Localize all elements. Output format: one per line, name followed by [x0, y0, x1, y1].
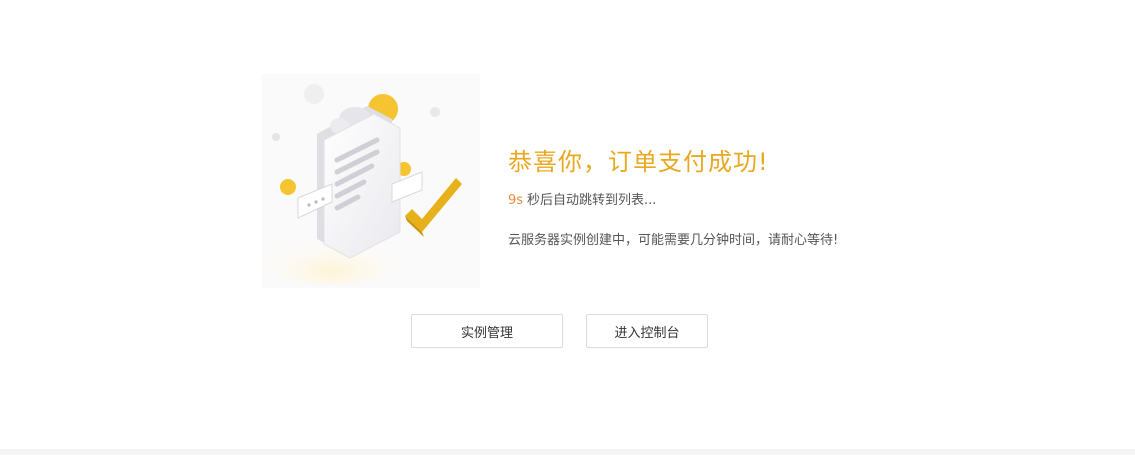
redirect-countdown: 9s 秒后自动跳转到列表...: [508, 192, 656, 210]
instance-manage-button[interactable]: 实例管理: [411, 314, 563, 348]
payment-success-page: 恭喜你，订单支付成功! 9s 秒后自动跳转到列表... 云服务器实例创建中，可能需…: [0, 0, 1135, 455]
countdown-seconds: 9s: [508, 193, 524, 208]
countdown-text: 秒后自动跳转到列表...: [527, 193, 657, 208]
enter-console-button[interactable]: 进入控制台: [586, 314, 708, 348]
footer-divider: [0, 449, 1135, 455]
instance-creating-note: 云服务器实例创建中，可能需要几分钟时间，请耐心等待!: [508, 233, 839, 248]
success-document-check-icon: [262, 74, 480, 288]
success-title: 恭喜你，订单支付成功!: [508, 148, 769, 176]
